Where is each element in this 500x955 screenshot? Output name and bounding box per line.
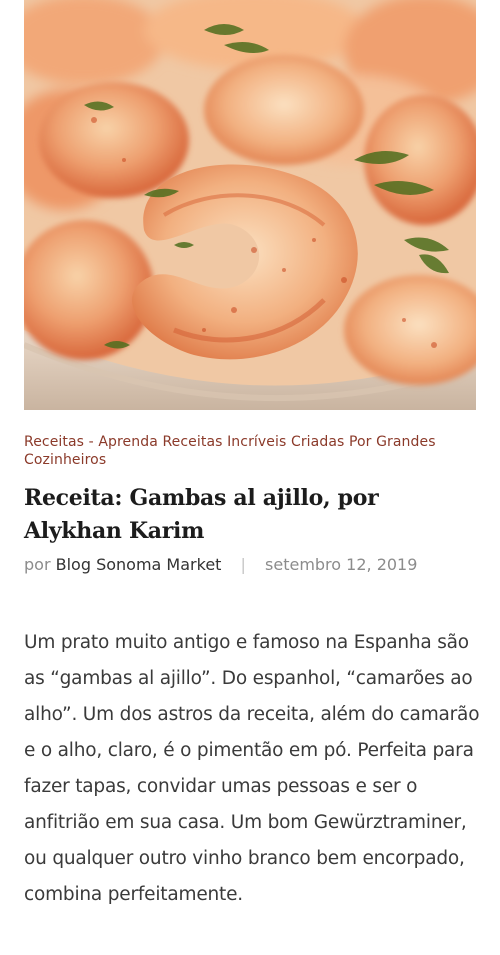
post-body: Um prato muito antigo e famoso na Espanh… — [24, 632, 480, 905]
meta-separator: | — [240, 555, 246, 574]
category-link[interactable]: Receitas - Aprenda Receitas Incríveis Cr… — [24, 433, 476, 469]
hero-image — [24, 0, 476, 410]
garlic-shrimp-photo — [24, 0, 476, 410]
author-link[interactable]: Blog Sonoma Market — [56, 555, 222, 574]
post-title: Receita: Gambas al ajillo, por Alykhan K… — [24, 485, 379, 544]
post-date: setembro 12, 2019 — [265, 555, 418, 574]
post-meta: por Blog Sonoma Market | setembro 12, 20… — [24, 553, 476, 577]
by-label: por — [24, 555, 51, 574]
